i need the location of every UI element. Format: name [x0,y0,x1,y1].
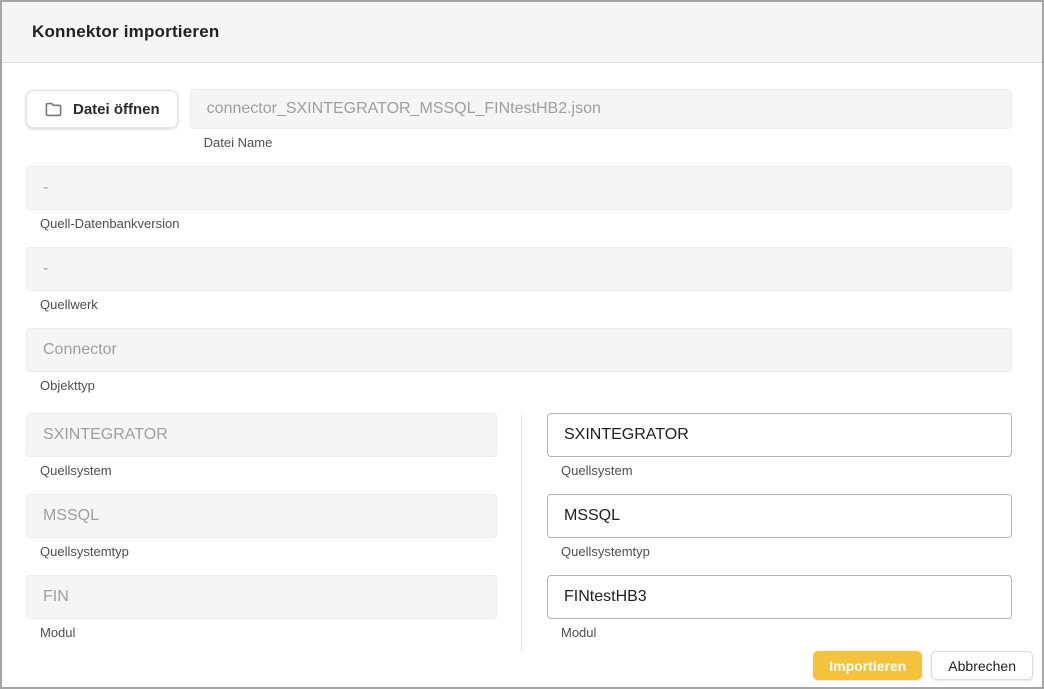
source-db-version-field-group: Quell-Datenbankversion [26,166,1012,231]
source-column: Quellsystem Quellsystemtyp Modul [26,413,497,651]
source-module-input [26,575,497,619]
target-module-field-group: Modul [547,575,1012,640]
source-system-type-label: Quellsystemtyp [40,545,497,559]
target-module-input[interactable] [547,575,1012,619]
source-plant-field-group: Quellwerk [26,247,1012,312]
target-column: Quellsystem Quellsystemtyp Modul [547,413,1012,651]
import-button[interactable]: Importieren [813,651,922,680]
file-row: Datei öffnen Datei Name [26,89,1012,150]
dialog-body: Datei öffnen Datei Name Quell-Datenbankv… [2,63,1042,651]
source-module-label: Modul [40,626,497,640]
target-module-label: Modul [561,626,1012,640]
target-system-label: Quellsystem [561,464,1012,478]
cancel-button[interactable]: Abbrechen [931,651,1033,680]
object-type-field-group: Objekttyp [26,328,1012,393]
source-system-type-input [26,494,497,538]
source-db-version-label: Quell-Datenbankversion [40,217,1012,231]
page-title: Konnektor importieren [32,22,219,42]
target-system-type-label: Quellsystemtyp [561,545,1012,559]
folder-icon [44,100,63,119]
source-plant-input [26,247,1012,291]
dialog-footer: Importieren Abbrechen [2,651,1042,687]
import-connector-dialog: Konnektor importieren Datei öffnen Datei… [0,0,1044,689]
object-type-label: Objekttyp [40,379,1012,393]
target-system-type-field-group: Quellsystemtyp [547,494,1012,559]
dialog-header: Konnektor importieren [2,2,1042,63]
source-system-label: Quellsystem [40,464,497,478]
target-system-input[interactable] [547,413,1012,457]
source-system-input [26,413,497,457]
source-plant-label: Quellwerk [40,298,1012,312]
open-file-button-label: Datei öffnen [73,101,160,118]
file-name-field-group: Datei Name [190,89,1012,150]
source-system-field-group: Quellsystem [26,413,497,478]
two-column-section: Quellsystem Quellsystemtyp Modul Quellsy… [26,413,1012,651]
object-type-input [26,328,1012,372]
vertical-divider [521,415,522,651]
file-name-label: Datei Name [204,136,1012,150]
target-system-field-group: Quellsystem [547,413,1012,478]
file-name-input [190,89,1012,129]
source-module-field-group: Modul [26,575,497,640]
source-system-type-field-group: Quellsystemtyp [26,494,497,559]
target-system-type-input[interactable] [547,494,1012,538]
source-db-version-input [26,166,1012,210]
open-file-button[interactable]: Datei öffnen [26,90,178,128]
